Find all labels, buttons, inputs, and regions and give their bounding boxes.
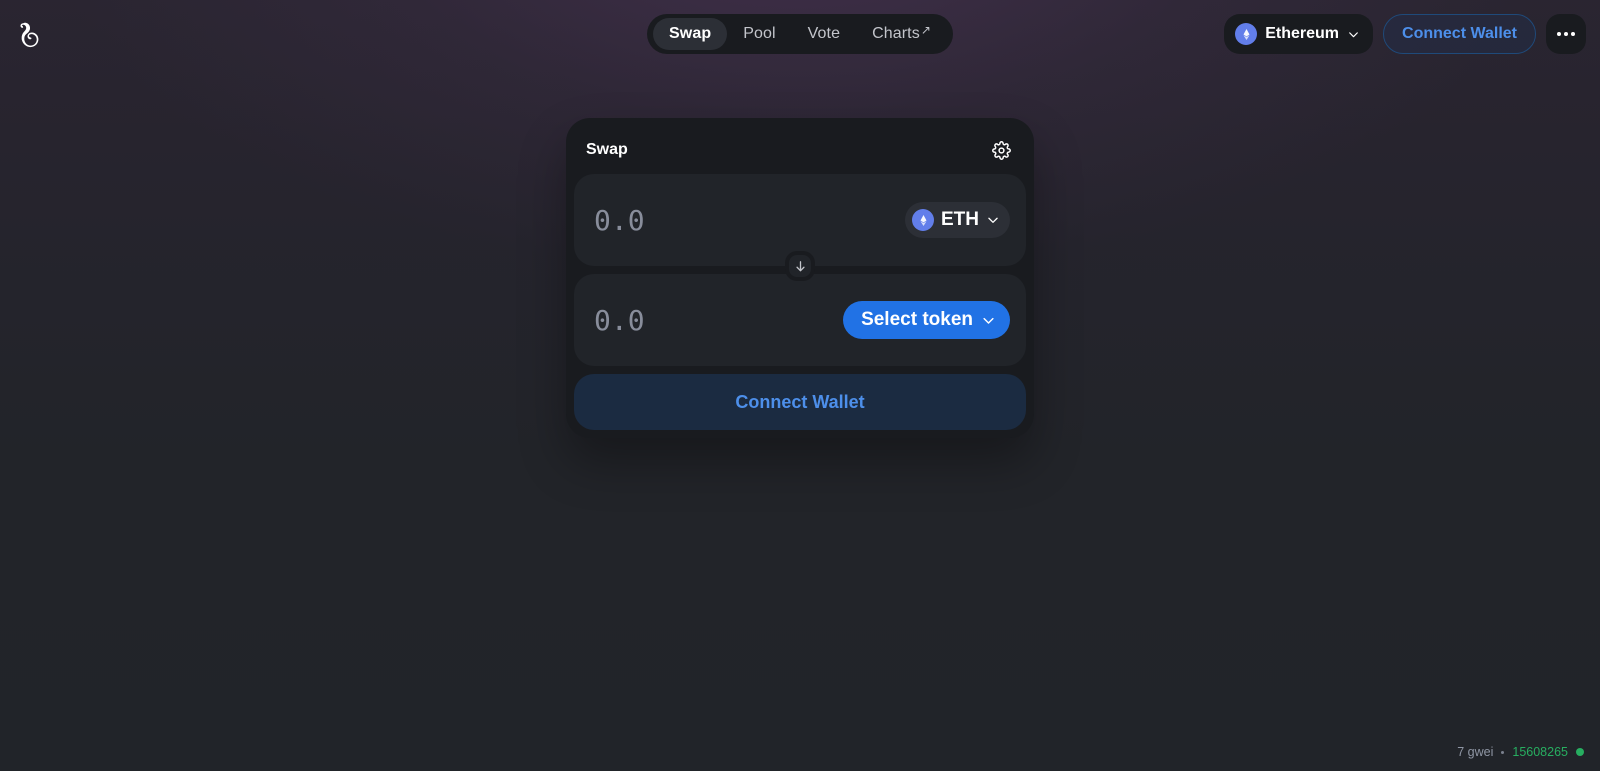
connect-wallet-header-button[interactable]: Connect Wallet (1383, 14, 1536, 54)
tab-charts[interactable]: Charts ↗ (856, 18, 947, 50)
tab-vote-label: Vote (807, 25, 841, 42)
token-selector-input[interactable]: ETH (905, 202, 1010, 238)
connect-wallet-action-button[interactable]: Connect Wallet (574, 374, 1026, 430)
tab-swap[interactable]: Swap (653, 18, 728, 50)
token-symbol-label: ETH (941, 209, 979, 230)
ellipsis-dot (1564, 32, 1568, 36)
ellipsis-dot (1571, 32, 1575, 36)
connect-wallet-action-label: Connect Wallet (735, 391, 865, 412)
uniswap-unicorn-logo-icon[interactable] (13, 17, 45, 49)
gas-price-label: 7 gwei (1457, 745, 1494, 759)
swap-card: Swap 0.0 ETH 0.0 Select token Connect Wa… (566, 118, 1034, 438)
block-number-label[interactable]: 15608265 (1512, 745, 1568, 759)
ethereum-logo-icon (1235, 23, 1258, 45)
chevron-down-icon (988, 217, 998, 223)
tab-vote[interactable]: Vote (792, 18, 856, 50)
gear-icon[interactable] (988, 137, 1014, 163)
tab-swap-label: Swap (669, 25, 712, 42)
swap-direction-button[interactable] (785, 251, 815, 281)
external-link-icon: ↗ (920, 23, 931, 37)
swap-card-header: Swap (574, 126, 1026, 174)
swap-input-amount[interactable]: 0.0 (594, 204, 645, 237)
connect-wallet-header-label: Connect Wallet (1402, 25, 1517, 42)
chain-selector-button[interactable]: Ethereum (1224, 14, 1374, 54)
top-navigation-bar: Swap Pool Vote Charts ↗ Ethereum Connect… (0, 0, 1600, 66)
select-token-button[interactable]: Select token (843, 301, 1010, 339)
tab-pool[interactable]: Pool (727, 18, 791, 50)
ethereum-logo-icon (912, 209, 934, 231)
network-status-indicator-icon (1576, 748, 1584, 756)
chevron-down-icon (983, 317, 994, 324)
tab-charts-label: Charts (872, 25, 920, 42)
arrow-down-icon (795, 260, 805, 271)
main-nav-tabs: Swap Pool Vote Charts ↗ (647, 14, 953, 54)
header-right-controls: Ethereum Connect Wallet (1224, 14, 1586, 54)
select-token-label: Select token (861, 309, 973, 330)
more-menu-button[interactable] (1546, 14, 1586, 54)
tab-pool-label: Pool (743, 25, 776, 42)
swap-input-row: 0.0 ETH (574, 174, 1026, 281)
swap-output-row: 0.0 Select token (574, 274, 1026, 366)
separator-dot-icon (1501, 750, 1505, 754)
network-status-bar: 7 gwei 15608265 (1457, 745, 1584, 759)
chain-name-label: Ethereum (1265, 25, 1340, 42)
ellipsis-dot (1557, 32, 1561, 36)
swap-card-title: Swap (586, 141, 628, 158)
chevron-down-icon (1349, 31, 1358, 37)
swap-output-amount[interactable]: 0.0 (594, 304, 645, 337)
